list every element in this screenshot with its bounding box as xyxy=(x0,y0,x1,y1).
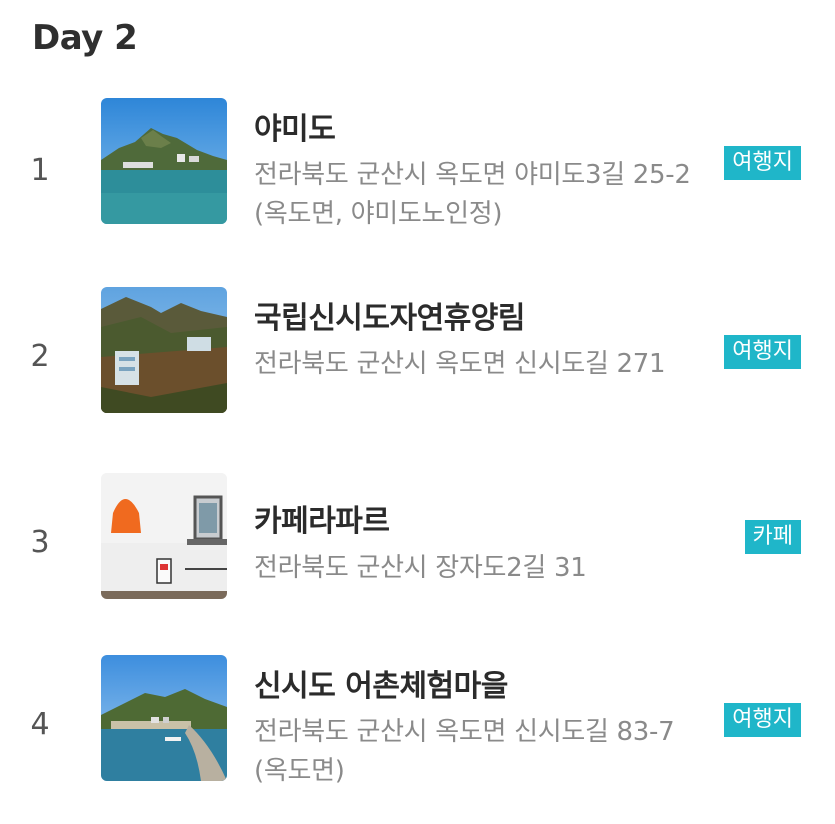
place-address: 전라북도 군산시 옥도면 신시도길 271 xyxy=(254,349,666,379)
category-badge: 여행지 xyxy=(724,335,801,369)
list-item[interactable]: 4 신시도 어촌체험마을 전라북도 군산시 옥도면 신시도길 83-7 (옥도면… xyxy=(0,655,835,805)
item-number: 2 xyxy=(30,339,50,374)
list-item[interactable]: 1 야미도 전라북도 군산시 옥도면 야미도3길 25-2 (옥도면, 야미도노… xyxy=(0,98,835,248)
fishing-village-photo xyxy=(101,655,227,781)
place-address: 전라북도 군산시 옥도면 야미도3길 25-2 (옥도면, 야미도노인정) xyxy=(254,160,691,229)
place-thumbnail[interactable] xyxy=(101,287,227,413)
list-item[interactable]: 3 카페라파르 전라북도 군산시 장자도2길 31 카페 xyxy=(0,473,835,623)
place-address: 전라북도 군산시 장자도2길 31 xyxy=(254,553,587,583)
list-item[interactable]: 2 국립신시도자연휴양림 전라북도 군산시 옥도면 신시도길 271 여행지 xyxy=(0,287,835,437)
place-name[interactable]: 카페라파르 xyxy=(254,496,390,540)
item-number: 4 xyxy=(30,707,50,742)
place-name[interactable]: 신시도 어촌체험마을 xyxy=(254,661,508,705)
place-name[interactable]: 국립신시도자연휴양림 xyxy=(254,293,526,337)
cafe-wall-photo xyxy=(101,473,227,599)
forest-resort-photo xyxy=(101,287,227,413)
day-title: Day 2 xyxy=(32,18,138,58)
category-badge: 카페 xyxy=(744,520,801,554)
category-badge: 여행지 xyxy=(724,146,801,180)
place-thumbnail[interactable] xyxy=(101,655,227,781)
place-address: 전라북도 군산시 옥도면 신시도길 83-7 (옥도면) xyxy=(254,717,675,786)
place-thumbnail[interactable] xyxy=(101,98,227,224)
island-harbor-photo xyxy=(101,98,227,224)
place-thumbnail[interactable] xyxy=(101,473,227,599)
item-number: 1 xyxy=(30,153,50,188)
place-name[interactable]: 야미도 xyxy=(254,104,336,148)
item-number: 3 xyxy=(30,525,50,560)
category-badge: 여행지 xyxy=(724,703,801,737)
